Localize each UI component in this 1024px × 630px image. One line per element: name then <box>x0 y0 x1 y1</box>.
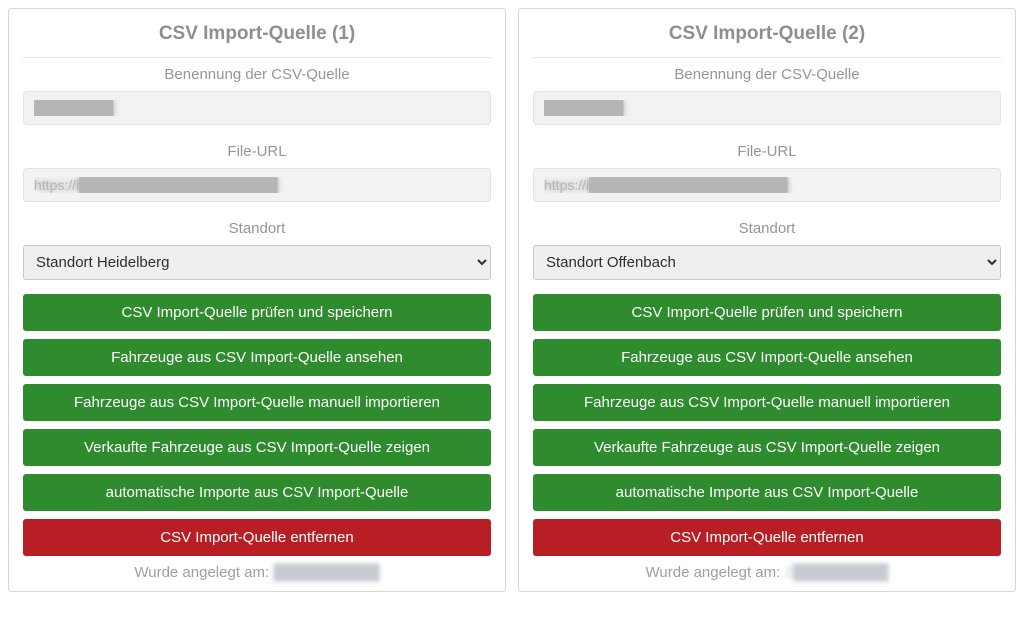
created-date: ██████████ <box>273 564 379 581</box>
sold-vehicles-button[interactable]: Verkaufte Fahrzeuge aus CSV Import-Quell… <box>533 429 1001 466</box>
name-input[interactable] <box>23 91 491 125</box>
url-input[interactable] <box>533 168 1001 202</box>
divider <box>23 57 491 58</box>
manual-import-button[interactable]: Fahrzeuge aus CSV Import-Quelle manuell … <box>23 384 491 421</box>
url-input[interactable] <box>23 168 491 202</box>
card-title: CSV Import-Quelle (1) <box>23 23 491 57</box>
csv-source-card-2: CSV Import-Quelle (2) Benennung der CSV-… <box>518 8 1016 592</box>
name-label: Benennung der CSV-Quelle <box>533 66 1001 83</box>
location-select[interactable]: Standort Heidelberg <box>23 245 491 280</box>
check-save-button[interactable]: CSV Import-Quelle prüfen und speichern <box>533 294 1001 331</box>
name-input[interactable] <box>533 91 1001 125</box>
location-select[interactable]: Standort Offenbach <box>533 245 1001 280</box>
remove-source-button[interactable]: CSV Import-Quelle entfernen <box>533 519 1001 556</box>
created-label: Wurde angelegt am: <box>646 564 781 581</box>
check-save-button[interactable]: CSV Import-Quelle prüfen und speichern <box>23 294 491 331</box>
remove-source-button[interactable]: CSV Import-Quelle entfernen <box>23 519 491 556</box>
url-label: File-URL <box>23 143 491 160</box>
name-label: Benennung der CSV-Quelle <box>23 66 491 83</box>
card-title: CSV Import-Quelle (2) <box>533 23 1001 57</box>
location-label: Standort <box>533 220 1001 237</box>
created-at: Wurde angelegt am: 2█████████ <box>533 564 1001 581</box>
sold-vehicles-button[interactable]: Verkaufte Fahrzeuge aus CSV Import-Quell… <box>23 429 491 466</box>
divider <box>533 57 1001 58</box>
auto-import-button[interactable]: automatische Importe aus CSV Import-Quel… <box>533 474 1001 511</box>
created-label: Wurde angelegt am: <box>134 564 269 581</box>
view-vehicles-button[interactable]: Fahrzeuge aus CSV Import-Quelle ansehen <box>23 339 491 376</box>
location-label: Standort <box>23 220 491 237</box>
csv-source-card-1: CSV Import-Quelle (1) Benennung der CSV-… <box>8 8 506 592</box>
manual-import-button[interactable]: Fahrzeuge aus CSV Import-Quelle manuell … <box>533 384 1001 421</box>
created-at: Wurde angelegt am: ██████████ <box>23 564 491 581</box>
url-label: File-URL <box>533 143 1001 160</box>
created-date: 2█████████ <box>784 564 888 581</box>
view-vehicles-button[interactable]: Fahrzeuge aus CSV Import-Quelle ansehen <box>533 339 1001 376</box>
auto-import-button[interactable]: automatische Importe aus CSV Import-Quel… <box>23 474 491 511</box>
